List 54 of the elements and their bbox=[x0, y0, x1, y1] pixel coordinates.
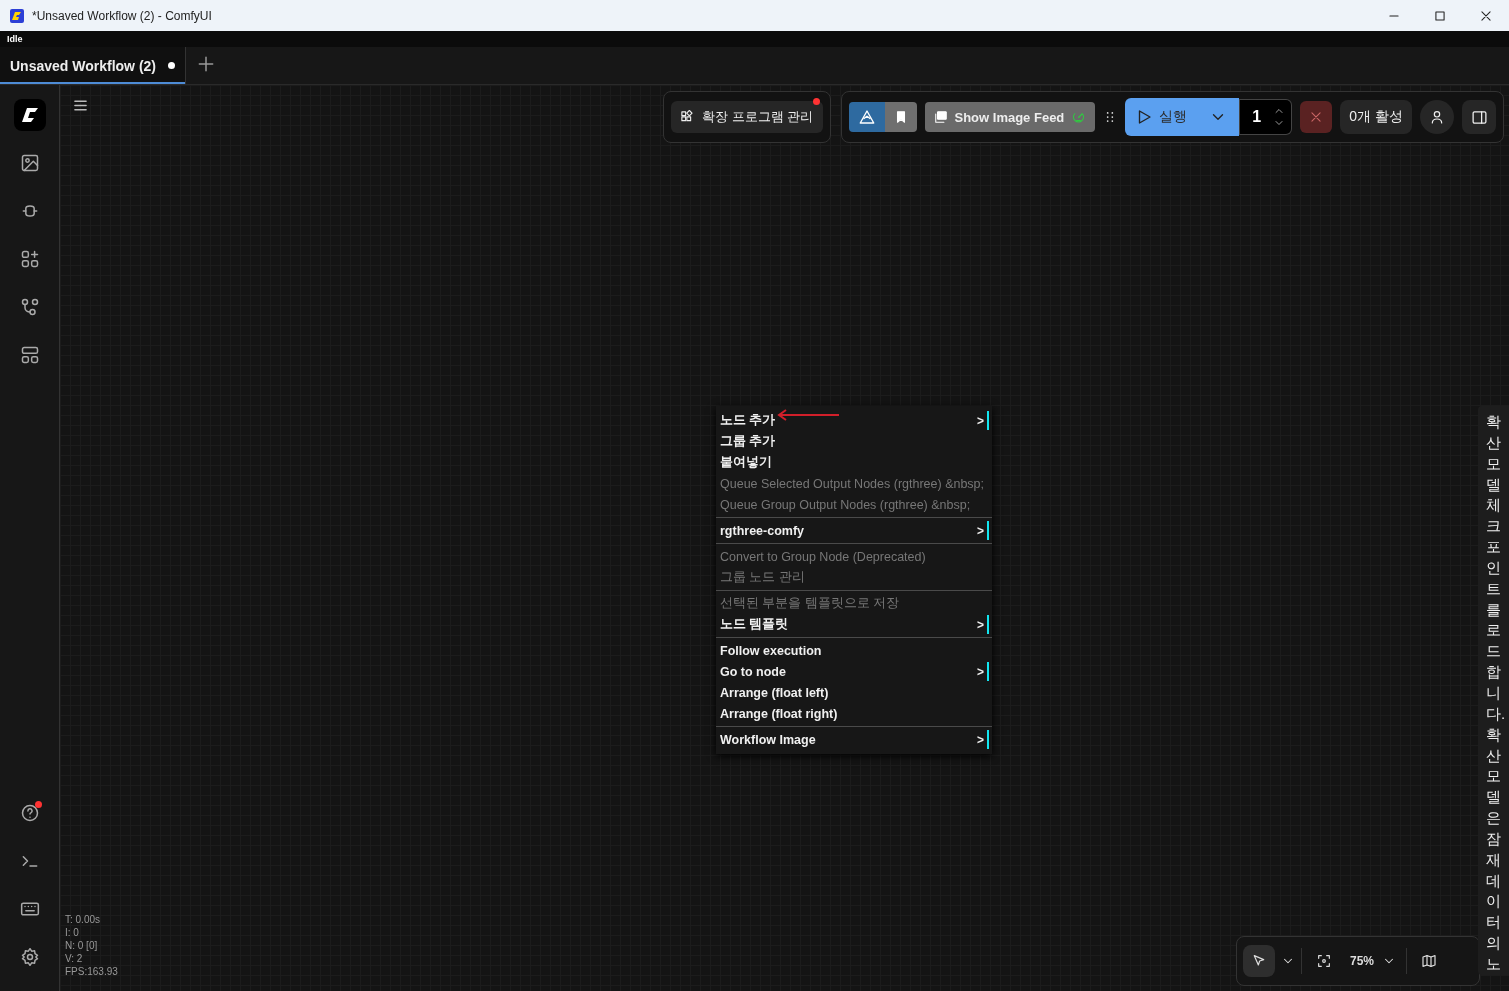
gallery-icon bbox=[933, 110, 948, 124]
zoom-dropdown[interactable]: 75% bbox=[1345, 945, 1400, 977]
tooltip: 확산모델체크포인트를로드합니다.확산모델은잠재데이터의노 bbox=[1478, 406, 1509, 975]
menu-item[interactable]: Arrange (float left) bbox=[716, 682, 992, 703]
menu-item[interactable]: 붙여넣기 bbox=[716, 452, 992, 473]
app-logo-icon bbox=[10, 8, 24, 23]
menu-item[interactable]: Follow execution bbox=[716, 640, 992, 661]
mountain-icon bbox=[857, 108, 876, 126]
submenu-arrow: > bbox=[977, 523, 984, 538]
status-text: Idle bbox=[7, 34, 23, 44]
menu-item[interactable]: 그룹 추가 bbox=[716, 431, 992, 452]
image-icon[interactable] bbox=[19, 153, 40, 173]
run-button[interactable]: 실행 bbox=[1125, 98, 1198, 136]
submenu-arrow: > bbox=[977, 413, 984, 428]
help-icon[interactable] bbox=[19, 803, 40, 823]
settings-icon[interactable] bbox=[19, 947, 40, 967]
stats-line: I: 0 bbox=[65, 926, 80, 939]
bookmark-button[interactable] bbox=[884, 102, 917, 132]
nodes-icon[interactable] bbox=[19, 249, 40, 269]
menu-item[interactable]: Workflow Image > bbox=[716, 729, 992, 750]
mountain-button[interactable] bbox=[848, 102, 885, 132]
focus-icon bbox=[1315, 953, 1332, 969]
maximize-icon[interactable] bbox=[1433, 8, 1447, 23]
logo-icon[interactable] bbox=[13, 99, 46, 131]
workflow-icon[interactable] bbox=[19, 297, 40, 317]
keyboard-icon[interactable] bbox=[19, 899, 40, 919]
stats-line: T: 0.00s bbox=[65, 913, 102, 926]
stats-line: V: 2 bbox=[65, 952, 84, 965]
menu-item[interactable]: rgthree-comfy > bbox=[716, 520, 992, 541]
pointer-tool-button[interactable] bbox=[1242, 945, 1275, 977]
extensions-button[interactable]: 확장 프로그램 관리 bbox=[671, 101, 823, 133]
arrow-annotation bbox=[777, 409, 841, 421]
submenu-arrow: > bbox=[977, 664, 984, 679]
submenu-arrow: > bbox=[977, 617, 984, 632]
window-title: *Unsaved Workflow (2) - ComfyUI bbox=[32, 8, 213, 23]
user-icon bbox=[1429, 109, 1445, 125]
menu-item[interactable]: Arrange (float right) bbox=[716, 703, 992, 724]
close-icon[interactable] bbox=[1479, 8, 1493, 23]
submenu-arrow: > bbox=[977, 732, 984, 747]
sidebar-panel-icon bbox=[1470, 108, 1488, 126]
active-jobs-button[interactable]: 0개 활성 bbox=[1340, 100, 1412, 134]
menu-item[interactable]: 노드 추가 > bbox=[716, 410, 992, 431]
template-icon[interactable] bbox=[19, 345, 40, 365]
menu-item[interactable]: 노드 템플릿 > bbox=[716, 614, 992, 635]
workflow-tab[interactable]: Unsaved Workflow (2) bbox=[0, 47, 186, 84]
stats-line: N: 0 [0] bbox=[65, 939, 99, 952]
stats-line: FPS:163.93 bbox=[65, 965, 118, 978]
close-icon bbox=[1309, 110, 1324, 124]
panel-toggle-button[interactable] bbox=[1462, 100, 1496, 134]
menu-item[interactable]: Go to node > bbox=[716, 661, 992, 682]
account-button[interactable] bbox=[1420, 100, 1454, 134]
map-icon bbox=[1421, 953, 1437, 969]
image-feed-button[interactable]: Show Image Feed bbox=[924, 102, 1096, 132]
run-options-button[interactable] bbox=[1197, 98, 1240, 136]
